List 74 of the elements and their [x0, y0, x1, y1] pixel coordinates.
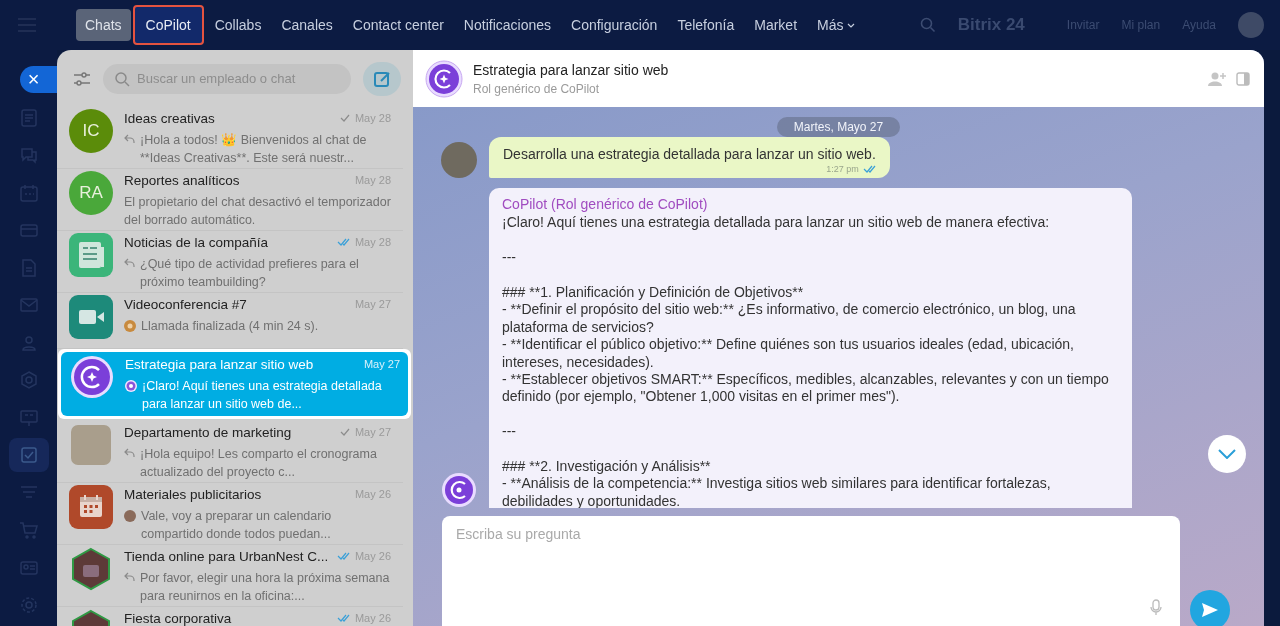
side-panel-icon[interactable] — [1236, 71, 1250, 86]
nav-tab[interactable]: Contact center — [343, 9, 453, 41]
message-text: ### **2. Investigación y Análisis** - **Análisis de la competencia:** Investiga sitios web similares para identificar fortalezas, debilidades y oportunidades. — [502, 458, 1052, 508]
chat-title: Materiales publicitarios — [124, 486, 263, 502]
chat-title: Fiesta corporativa — [124, 610, 233, 626]
user-avatar — [441, 142, 477, 178]
nav-tab[interactable]: Telefonía — [668, 9, 744, 41]
photo-placeholder — [71, 425, 111, 465]
message-preview: Vale, voy a preparar un calendario compartido donde todos puedan... — [141, 508, 333, 543]
message-preview: ¡Hola a todos! 👑 Bienvenidos al chat de **Ideas Creativas**. Este será nuestr... — [140, 132, 368, 167]
message-preview: ¡Claro! Aquí tienes una estrategia detallada para lanzar un sitio web de... — [142, 378, 383, 413]
close-button[interactable]: × — [20, 66, 57, 93]
message-text: ¡Claro! Aquí tienes una estrategia detallada para lanzar un sitio web de manera efectiva: — [502, 214, 1051, 232]
hexagon-icon[interactable] — [18, 370, 39, 391]
user-avatar[interactable] — [1238, 12, 1264, 38]
message-preview: Llamada finalizada (4 min 24 s). — [141, 318, 319, 335]
message-text: Desarrolla una estrategia detallada para lanzar un sitio web. — [503, 146, 876, 162]
message-text: --- — [502, 249, 517, 267]
copilot-avatar-icon — [441, 472, 477, 508]
nav-tab[interactable]: Chats — [76, 9, 131, 41]
nav-tab[interactable]: Notificaciones — [454, 9, 560, 41]
chat-title: Tienda online para UrbanNest C... — [124, 548, 330, 564]
nav-tab[interactable]: CoPilot — [132, 5, 204, 45]
message-preview: ¿Qué tipo de actividad prefieres para el próximo teambuilding? — [140, 256, 360, 291]
calendar-icon — [69, 485, 113, 529]
edit-icon — [373, 69, 391, 88]
chat-title: Estrategia para lanzar sitio web — [473, 61, 670, 78]
nav-tab[interactable]: Collabs — [205, 9, 271, 41]
video-camera-icon — [69, 295, 113, 339]
message-input[interactable]: Escriba su pregunta — [442, 516, 1180, 626]
checkbox-icon[interactable] — [18, 445, 39, 466]
settings-icon[interactable] — [18, 595, 39, 616]
initials-avatar: IC — [69, 109, 113, 153]
chevron-down-icon — [1218, 449, 1236, 459]
search-icon — [115, 71, 130, 87]
chat-title: Estrategia para lanzar sitio web — [125, 356, 315, 372]
search-icon[interactable] — [919, 17, 936, 33]
nav-tab[interactable]: Canales — [272, 9, 342, 41]
feed-icon[interactable] — [18, 107, 39, 128]
chat-title: Departamento de marketing — [124, 424, 293, 440]
message-text: --- — [502, 423, 517, 441]
date-separator: Martes, Mayo 27 — [776, 117, 901, 137]
nav-tab[interactable]: Market — [745, 9, 807, 41]
hexagon-avatar-icon — [69, 547, 113, 591]
chat-title: Noticias de la compañía — [124, 234, 270, 250]
newspaper-icon — [69, 233, 113, 277]
copilot-avatar-icon — [425, 59, 463, 98]
message-preview: Por favor, elegir una hora la próxima semana para reunirnos en la oficina:... — [140, 570, 391, 605]
copilot-avatar-icon — [70, 355, 114, 399]
chat-icon[interactable] — [18, 145, 39, 166]
board-icon[interactable] — [18, 407, 39, 428]
send-icon — [1201, 602, 1219, 618]
message-preview: El propietario del chat desactivó el temporizador del borrado automático. — [124, 194, 391, 229]
chat-title: Ideas creativas — [124, 110, 216, 126]
scroll-down-button[interactable] — [1208, 435, 1246, 473]
nav-tab[interactable]: Configuración — [562, 9, 667, 41]
sliders-icon[interactable] — [73, 70, 91, 87]
cart-icon[interactable] — [18, 520, 39, 541]
message-text: ### **1. Planificación y Definición de Objetivos** - **Definir el propósito del sitio web:** ¿Es informativo, de comercio electrónico, un blog, una plataforma de servicios? - **Identificar el público objetivo:** Define quiénes son tus usuarios ideales (edad, ubicación, intereses, necesidades). - **Establecer objetivos SMART:** Específicos, medibles, alcanzables, relevantes y con un tiempo definido (por ejemplo, "Obtener 1,000 visitas en el primer mes"). — [502, 284, 1110, 406]
add-user-icon[interactable] — [1208, 70, 1226, 87]
microphone-icon[interactable] — [1150, 599, 1162, 616]
message-time: 1:27 pm — [826, 164, 859, 174]
chat-title: Videoconferencia #7 — [124, 296, 248, 312]
message-author: CoPilot (Rol genérico de CoPilot) — [502, 196, 709, 214]
initials-avatar: RA — [69, 171, 113, 215]
compose-button[interactable] — [363, 61, 401, 96]
chat-subtitle: Rol genérico de CoPilot — [473, 81, 601, 96]
chevron-down-icon — [847, 22, 856, 28]
nav-tab[interactable]: Más — [808, 9, 865, 41]
chat-title: Reportes analíticos — [124, 172, 241, 188]
message-preview: ¡Hola equipo! Les comparto el cronograma actualizado del proyecto c... — [140, 446, 378, 481]
chat-date: May 27 — [363, 358, 400, 370]
calendar-icon[interactable] — [18, 182, 39, 203]
send-button[interactable] — [1190, 590, 1230, 626]
